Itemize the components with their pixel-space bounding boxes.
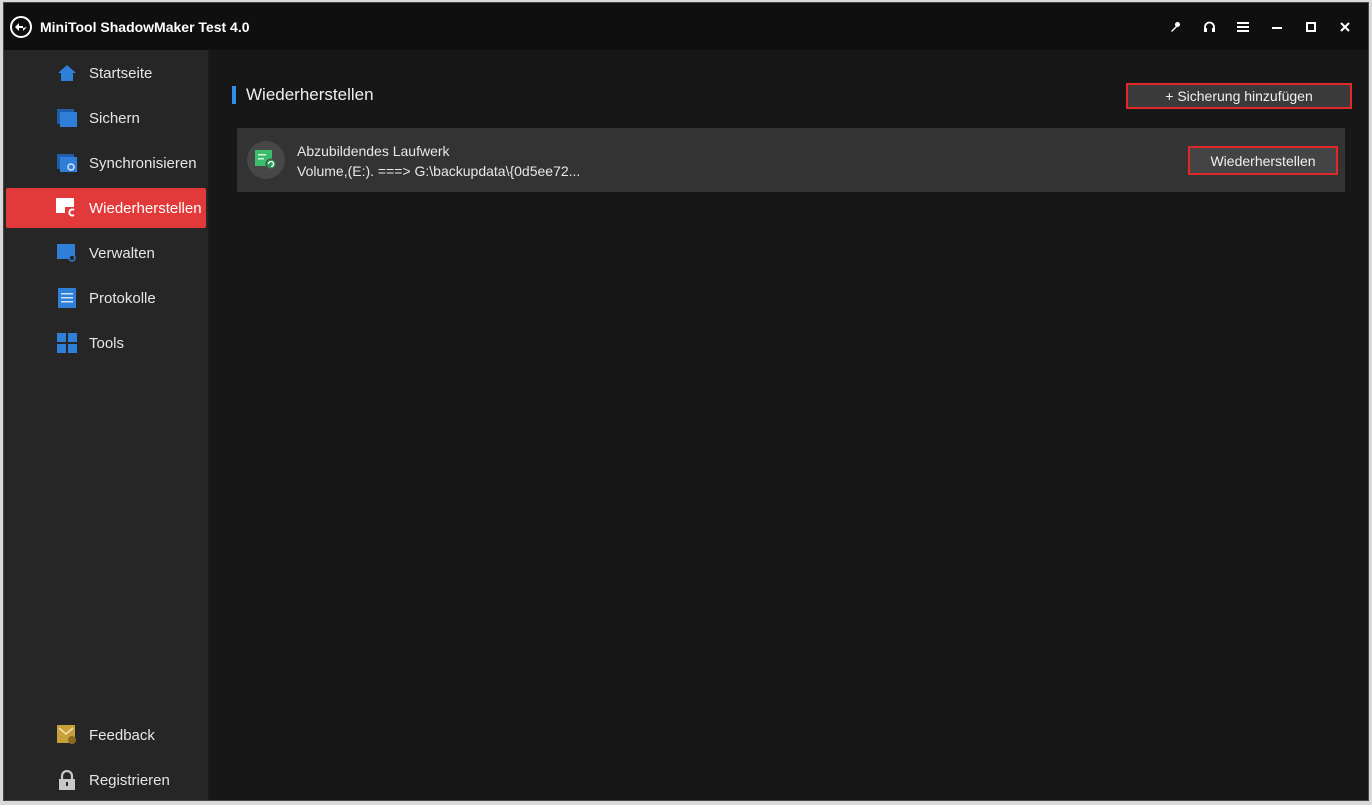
sidebar-item-label: Registrieren (89, 771, 170, 789)
restore-item-title: Abzubildendes Laufwerk (297, 143, 450, 159)
sidebar-item-label: Startseite (89, 64, 153, 82)
sidebar-item-sichern[interactable]: Sichern (6, 98, 206, 138)
sidebar-item-label: Sichern (89, 109, 140, 127)
sync-icon (56, 152, 78, 174)
main-content: Wiederherstellen + Sicherung hinzufügen … (210, 50, 1368, 800)
sidebar-item-verwalten[interactable]: Verwalten (6, 233, 206, 273)
restore-icon (56, 197, 78, 219)
feedback-icon (56, 724, 78, 746)
sidebar-item-label: Feedback (89, 726, 155, 744)
sidebar-item-label: Tools (89, 334, 125, 352)
title-accent-bar (232, 86, 236, 104)
sidebar-item-label: Protokolle (89, 289, 156, 307)
minitool-logo-icon (8, 14, 34, 40)
sidebar-item-label: Wiederherstellen (89, 199, 202, 217)
close-icon[interactable] (1328, 3, 1362, 50)
sidebar-item-label: Verwalten (89, 244, 155, 262)
lock-icon (56, 769, 78, 791)
sidebar-item-tools[interactable]: Tools (6, 323, 206, 363)
maximize-icon[interactable] (1294, 3, 1328, 50)
page-title: Wiederherstellen (246, 85, 374, 104)
restore-list-item[interactable]: Abzubildendes Laufwerk Volume,(E:). ===>… (237, 128, 1345, 192)
minimize-icon[interactable] (1260, 3, 1294, 50)
sidebar-item-wiederherstellen[interactable]: Wiederherstellen (6, 188, 206, 228)
headset-icon[interactable] (1192, 3, 1226, 50)
sidebar-item-feedback[interactable]: Feedback (6, 715, 206, 755)
sidebar-item-startseite[interactable]: Startseite (6, 53, 206, 93)
sidebar: Startseite Sichern Synchronisieren Wiede… (4, 50, 208, 800)
sidebar-item-label: Synchronisieren (89, 154, 197, 172)
add-backup-button[interactable]: + Sicherung hinzufügen (1126, 83, 1352, 109)
title-bar: MiniTool ShadowMaker Test 4.0 (4, 3, 1368, 50)
logs-icon (56, 287, 78, 309)
restore-item-path: Volume,(E:). ===> G:\backupdata\{0d5ee72… (297, 163, 581, 179)
menu-icon[interactable] (1226, 3, 1260, 50)
manage-icon (56, 242, 78, 264)
sidebar-item-protokolle[interactable]: Protokolle (6, 278, 206, 318)
key-icon[interactable] (1158, 3, 1192, 50)
sidebar-item-registrieren[interactable]: Registrieren (6, 760, 206, 800)
app-title: MiniTool ShadowMaker Test 4.0 (40, 18, 250, 35)
window-controls (1158, 3, 1362, 50)
tools-icon (56, 332, 78, 354)
app-window: MiniTool ShadowMaker Test 4.0 Startseite… (3, 2, 1369, 801)
disk-restore-icon (247, 141, 285, 179)
sidebar-item-synchronisieren[interactable]: Synchronisieren (6, 143, 206, 183)
restore-button[interactable]: Wiederherstellen (1188, 146, 1338, 175)
home-icon (56, 62, 78, 84)
backup-icon (56, 107, 78, 129)
